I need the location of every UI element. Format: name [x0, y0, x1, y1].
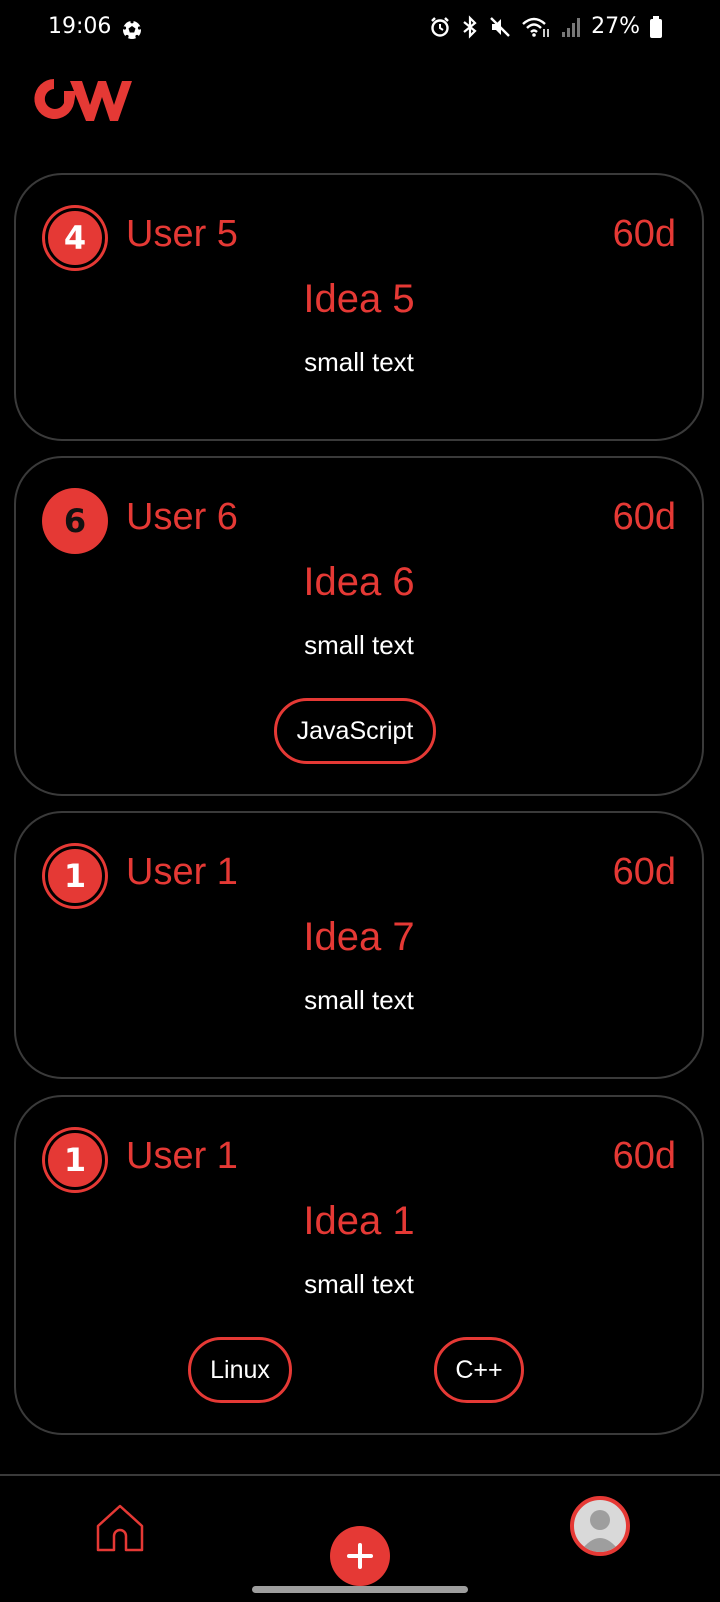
- idea-card[interactable]: 1 User 1 60d Idea 7 small text: [14, 811, 704, 1079]
- idea-age: 60d: [612, 213, 676, 255]
- idea-description: small text: [304, 1269, 414, 1299]
- battery-percent: 27%: [591, 14, 640, 39]
- rank-badge: 4: [42, 205, 108, 271]
- user-name[interactable]: User 1: [126, 1135, 238, 1178]
- idea-title: Idea 6: [303, 560, 415, 604]
- user-name[interactable]: User 5: [126, 213, 238, 256]
- bluetooth-icon: [463, 14, 477, 39]
- plus-icon: [347, 1543, 373, 1569]
- user-name[interactable]: User 1: [126, 851, 238, 894]
- rank-badge: 1: [42, 843, 108, 909]
- avatar-icon: [580, 1510, 620, 1552]
- profile-avatar[interactable]: [570, 1496, 630, 1556]
- idea-title: Idea 7: [303, 915, 415, 959]
- idea-description: small text: [304, 985, 414, 1015]
- status-time: 19:06: [48, 14, 112, 39]
- wifi-icon: [522, 17, 549, 37]
- rank-badge: 6: [42, 488, 108, 554]
- idea-age: 60d: [612, 1135, 676, 1177]
- idea-title: Idea 1: [303, 1199, 415, 1243]
- tag-chip[interactable]: Linux: [188, 1337, 292, 1403]
- idea-card[interactable]: 6 User 6 60d Idea 6 small text JavaScrip…: [14, 456, 704, 796]
- alarm-icon: [431, 16, 449, 37]
- app-logo: [34, 79, 132, 121]
- status-bar: 19:06 27%: [0, 0, 720, 60]
- idea-card[interactable]: 1 User 1 60d Idea 1 small text Linux C++: [14, 1095, 704, 1435]
- home-icon[interactable]: [92, 1500, 148, 1556]
- idea-description: small text: [304, 630, 414, 660]
- idea-title: Idea 5: [303, 277, 415, 321]
- signal-icon: [562, 17, 581, 37]
- tag-chip[interactable]: C++: [434, 1337, 524, 1403]
- tag-chip[interactable]: JavaScript: [274, 698, 436, 764]
- mute-icon: [490, 16, 510, 37]
- gesture-bar[interactable]: [252, 1586, 468, 1593]
- idea-card[interactable]: 4 User 5 60d Idea 5 small text: [14, 173, 704, 441]
- idea-age: 60d: [612, 851, 676, 893]
- bottom-nav: [0, 1474, 720, 1602]
- idea-age: 60d: [612, 496, 676, 538]
- battery-icon: [650, 15, 662, 38]
- rank-badge: 1: [42, 1127, 108, 1193]
- user-name[interactable]: User 6: [126, 496, 238, 539]
- add-idea-button[interactable]: [330, 1526, 390, 1586]
- soccer-ball-icon: [122, 20, 142, 39]
- idea-description: small text: [304, 347, 414, 377]
- status-icons: 27%: [429, 14, 662, 39]
